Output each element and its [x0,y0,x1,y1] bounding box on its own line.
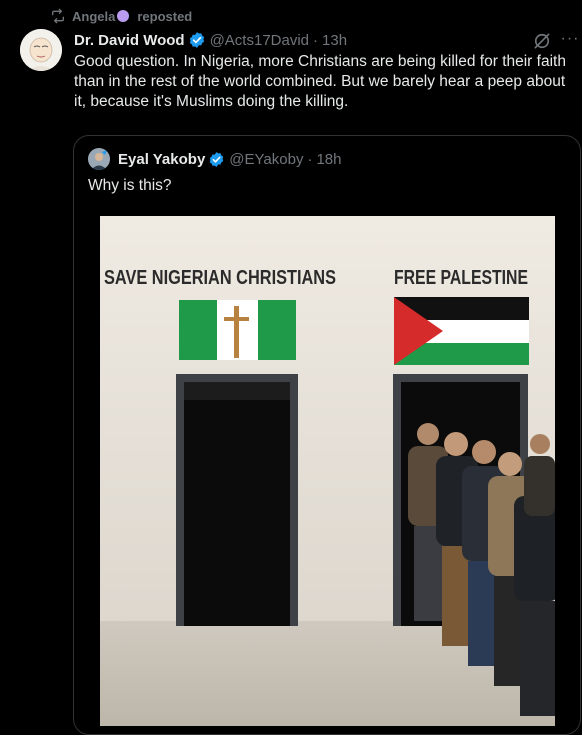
grok-icon[interactable] [532,31,552,51]
quoted-timestamp[interactable]: 18h [316,151,341,168]
separator-dot: · [313,31,319,49]
quoted-text: Why is this? [88,177,172,194]
quoted-author-name[interactable]: Eyal Yakoby [118,151,205,168]
tweet-header: Dr. David Wood @Acts17David · 13h [74,29,347,51]
repost-icon [52,8,64,24]
verified-badge-icon[interactable] [208,151,225,168]
nigeria-flag-icon [179,300,296,360]
separator-dot: · [307,150,313,168]
tweet-text: Good question. In Nigeria, more Christia… [74,53,566,110]
sign-left: SAVE NIGERIAN CHRISTIANS [104,267,336,289]
purple-circle-emoji-icon [117,10,130,22]
author-name[interactable]: Dr. David Wood [74,32,185,49]
quoted-author-handle[interactable]: @EYakoby [229,151,303,168]
verified-badge-icon[interactable] [188,31,206,49]
tweet-timestamp[interactable]: 13h [322,32,347,49]
author-handle[interactable]: @Acts17David [210,32,309,49]
repost-indicator[interactable]: Angela reposted [50,7,192,25]
quoted-media-image[interactable]: SAVE NIGERIAN CHRISTIANS FREE PALESTINE [100,216,555,726]
repost-user[interactable]: Angela [72,9,115,24]
more-options-icon[interactable]: ··· [560,29,580,49]
palestine-flag-icon [394,297,529,365]
quoted-tweet[interactable]: Eyal Yakoby @EYakoby · 18h Why is this? [73,135,581,735]
quoted-header: Eyal Yakoby @EYakoby · 18h [118,149,341,169]
quoted-author-avatar[interactable] [88,148,110,170]
sign-right: FREE PALESTINE [394,267,528,289]
left-door [176,374,298,626]
repost-label: reposted [137,8,193,24]
author-avatar[interactable] [20,29,62,71]
